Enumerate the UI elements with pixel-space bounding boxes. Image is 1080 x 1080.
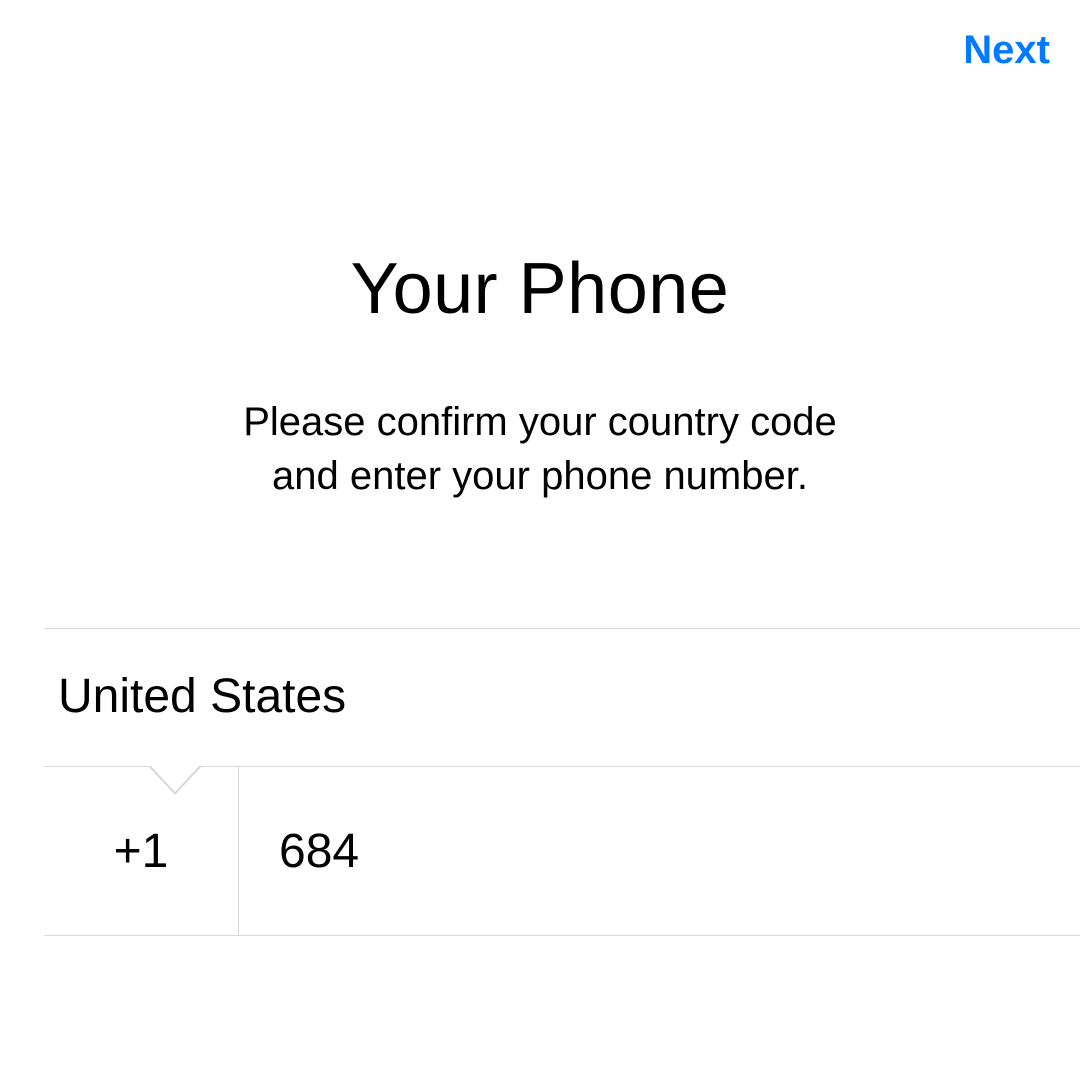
- phone-entry-screen: Next Your Phone Please confirm your coun…: [0, 0, 1080, 1080]
- dial-code[interactable]: +1: [44, 767, 239, 935]
- phone-number-input[interactable]: [239, 767, 1080, 935]
- country-selector[interactable]: United States: [44, 669, 1080, 766]
- page-subtitle: Please confirm your country code and ent…: [0, 395, 1080, 503]
- divider-top: [44, 628, 1080, 629]
- phone-form: United States +1: [44, 628, 1080, 936]
- subtitle-line-2: and enter your phone number.: [272, 454, 808, 498]
- page-title: Your Phone: [0, 248, 1080, 330]
- subtitle-line-1: Please confirm your country code: [243, 400, 837, 444]
- caret-down-icon: [148, 766, 203, 796]
- next-button[interactable]: Next: [963, 28, 1050, 73]
- phone-row: +1: [44, 766, 1080, 936]
